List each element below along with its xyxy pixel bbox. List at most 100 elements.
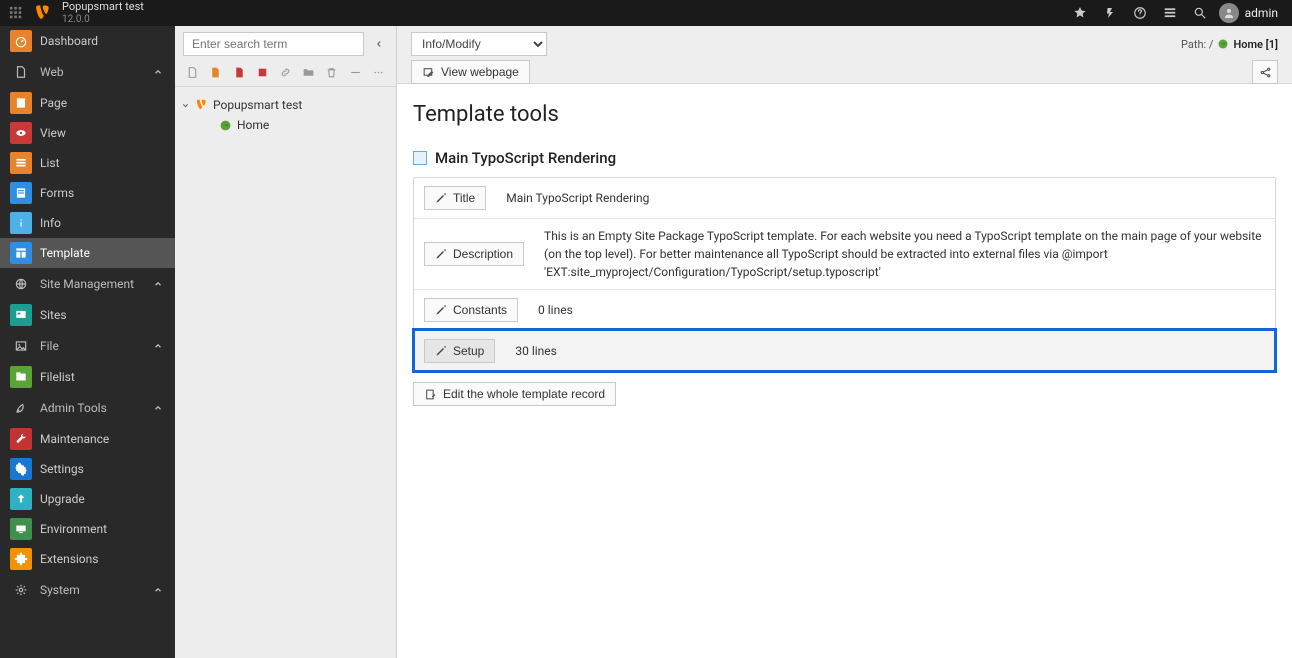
new-page-alt-icon[interactable]: [255, 64, 270, 80]
chevron-up-icon: [153, 341, 163, 351]
content-area: Info/Modify Path: / Home [1] View webpag…: [397, 26, 1292, 658]
button-label: View webpage: [441, 65, 519, 79]
button-label: Setup: [453, 344, 484, 358]
more-icon[interactable]: [371, 64, 386, 80]
group-web[interactable]: Web: [0, 56, 175, 88]
function-selector[interactable]: Info/Modify: [411, 32, 547, 56]
module-view[interactable]: View: [0, 118, 175, 148]
module-label: Template: [40, 246, 90, 260]
module-label: Extensions: [40, 552, 98, 566]
topbar: Popupsmart test 12.0.0 admin: [0, 0, 1292, 26]
section-title: Main TypoScript Rendering: [435, 149, 616, 167]
collapse-tree-icon[interactable]: [370, 39, 388, 49]
module-upgrade[interactable]: Upgrade: [0, 484, 175, 514]
module-filelist[interactable]: Filelist: [0, 362, 175, 392]
group-system[interactable]: System: [0, 574, 175, 606]
user-label: admin: [1245, 6, 1278, 20]
version-label: 12.0.0: [62, 14, 144, 25]
chevron-up-icon: [153, 585, 163, 595]
module-label: Sites: [40, 308, 67, 322]
tree-node-label: Home: [237, 118, 269, 132]
tree-node-home[interactable]: Home: [205, 115, 390, 135]
site-name: Popupsmart test 12.0.0: [62, 1, 144, 24]
link-icon[interactable]: [278, 64, 293, 80]
typo3-logo-icon[interactable]: [30, 1, 54, 25]
help-icon[interactable]: [1125, 0, 1155, 26]
new-page-orange-icon[interactable]: [208, 64, 223, 80]
template-record-icon: [413, 151, 427, 165]
globe-icon: [1217, 38, 1229, 50]
edit-description-button[interactable]: Description: [424, 242, 524, 266]
list-icon: [10, 152, 32, 174]
group-file[interactable]: File: [0, 330, 175, 362]
path-page[interactable]: Home [1]: [1233, 38, 1278, 51]
group-label: Web: [40, 65, 64, 79]
module-list[interactable]: List: [0, 148, 175, 178]
group-label: File: [40, 339, 59, 353]
module-label: View: [40, 126, 66, 140]
module-label: Page: [40, 96, 67, 110]
typo3-logo-icon: [193, 97, 209, 113]
image-icon: [10, 335, 32, 357]
list-icon[interactable]: [1155, 0, 1185, 26]
button-label: Title: [453, 191, 475, 205]
row-description: Description This is an Empty Site Packag…: [414, 218, 1275, 289]
module-environment[interactable]: Environment: [0, 514, 175, 544]
trash-icon[interactable]: [324, 64, 339, 80]
edit-setup-button[interactable]: Setup: [424, 339, 495, 363]
module-label: Environment: [40, 522, 107, 536]
cache-flash-icon[interactable]: [1095, 0, 1125, 26]
folder-icon[interactable]: [301, 64, 316, 80]
main-layout: Dashboard Web Page View List Forms: [0, 26, 1292, 658]
module-page[interactable]: Page: [0, 88, 175, 118]
wrench-icon: [10, 428, 32, 450]
bookmark-icon[interactable]: [1065, 0, 1095, 26]
eye-icon: [10, 122, 32, 144]
share-button[interactable]: [1252, 60, 1278, 84]
chevron-up-icon: [153, 279, 163, 289]
chevron-up-icon: [153, 403, 163, 413]
button-label: Constants: [453, 303, 507, 317]
chevron-down-icon[interactable]: [181, 101, 193, 110]
path-prefix: Path: /: [1181, 38, 1213, 51]
module-forms[interactable]: Forms: [0, 178, 175, 208]
group-site-management[interactable]: Site Management: [0, 268, 175, 300]
forms-icon: [10, 182, 32, 204]
row-setup: Setup 30 lines: [414, 330, 1275, 371]
divider-icon[interactable]: [348, 64, 363, 80]
module-label: Dashboard: [40, 34, 98, 48]
module-label: Forms: [40, 186, 74, 200]
app-grid-icon[interactable]: [4, 1, 28, 25]
search-icon[interactable]: [1185, 0, 1215, 26]
new-page-red-icon[interactable]: [231, 64, 246, 80]
module-settings[interactable]: Settings: [0, 454, 175, 484]
view-webpage-button[interactable]: View webpage: [411, 60, 530, 84]
site-name-label: Popupsmart test: [62, 0, 144, 13]
module-label: Filelist: [40, 370, 75, 384]
puzzle-icon: [10, 548, 32, 570]
module-menu: Dashboard Web Page View List Forms: [0, 26, 175, 658]
doc-toolbar: Info/Modify Path: / Home [1] View webpag…: [397, 26, 1292, 84]
module-info[interactable]: Info: [0, 208, 175, 238]
module-maintenance[interactable]: Maintenance: [0, 424, 175, 454]
tree-root-node[interactable]: Popupsmart test: [181, 95, 390, 115]
module-template[interactable]: Template: [0, 238, 175, 268]
filelist-icon: [10, 366, 32, 388]
edit-constants-button[interactable]: Constants: [424, 298, 518, 322]
new-page-icon[interactable]: [185, 64, 200, 80]
edit-whole-template-button[interactable]: Edit the whole template record: [413, 382, 616, 406]
user-menu[interactable]: admin: [1215, 3, 1288, 23]
group-label: Admin Tools: [40, 401, 107, 415]
module-label: List: [40, 156, 60, 170]
edit-title-button[interactable]: Title: [424, 186, 486, 210]
module-label: Maintenance: [40, 432, 109, 446]
row-constants: Constants 0 lines: [414, 289, 1275, 330]
module-dashboard[interactable]: Dashboard: [0, 26, 175, 56]
module-sites[interactable]: Sites: [0, 300, 175, 330]
tree-search-input[interactable]: [183, 32, 364, 56]
module-extensions[interactable]: Extensions: [0, 544, 175, 574]
module-label: Info: [40, 216, 61, 230]
tree-toolbar: [175, 62, 396, 87]
group-admin-tools[interactable]: Admin Tools: [0, 392, 175, 424]
page-icon: [10, 92, 32, 114]
